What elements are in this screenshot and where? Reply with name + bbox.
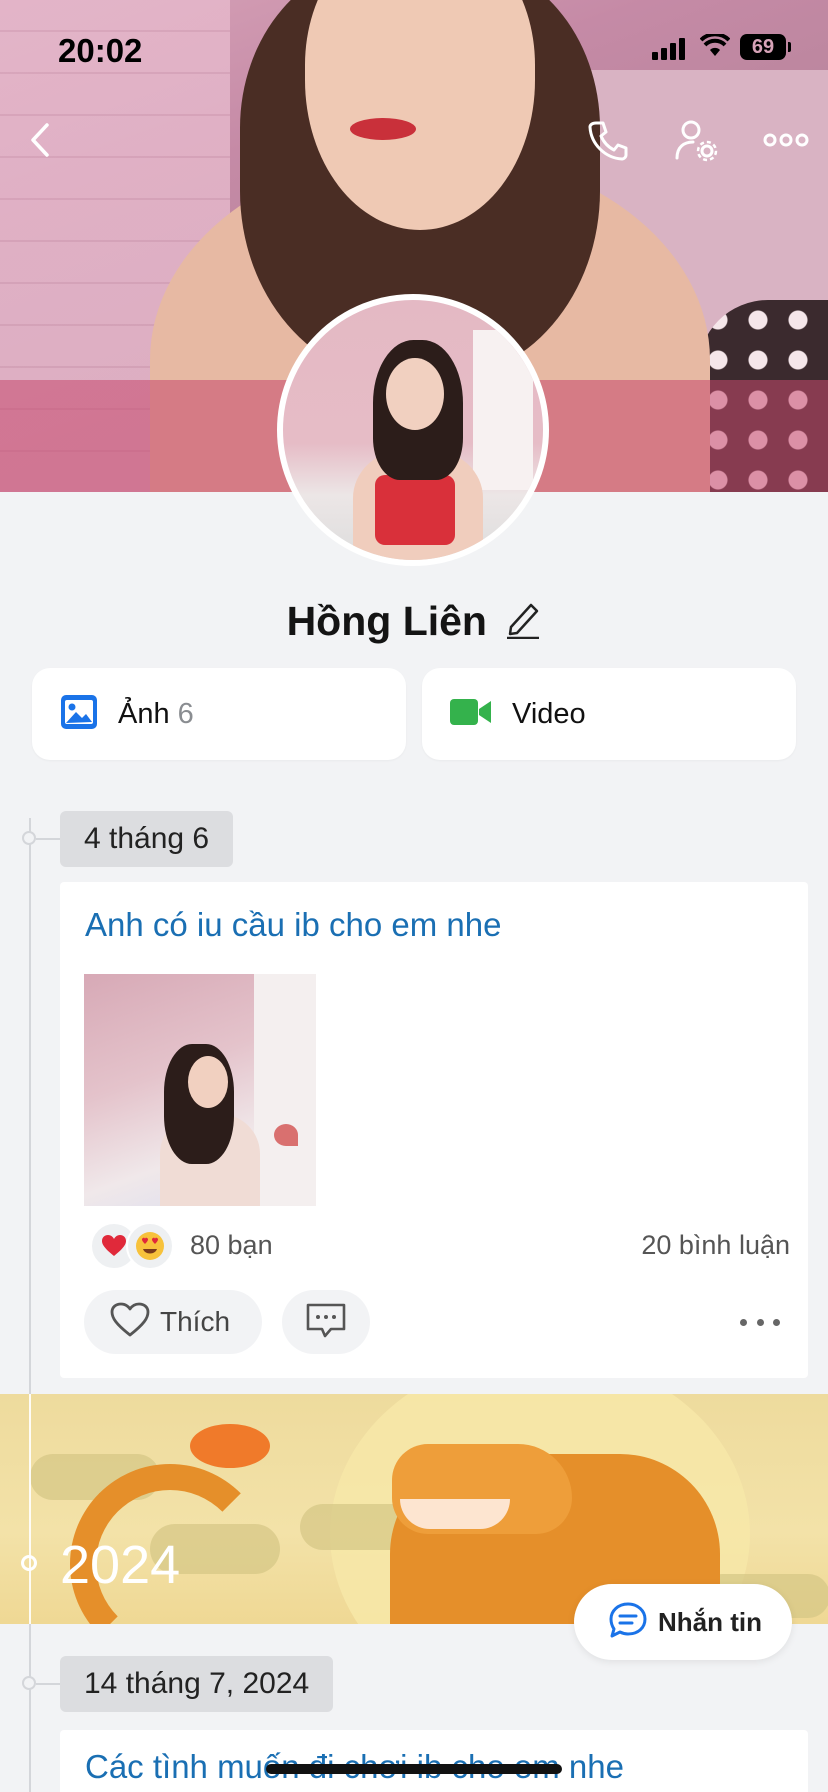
profile-name: Hồng Liên — [286, 598, 487, 644]
dragon-flame — [190, 1424, 270, 1468]
reactions-row[interactable]: 80 bạn 20 bình luận — [90, 1222, 790, 1270]
profile-name-row: Hồng Liên — [0, 598, 828, 645]
comment-icon — [305, 1301, 347, 1344]
more-icon[interactable] — [758, 112, 814, 168]
love-eyes-reaction-icon — [126, 1222, 174, 1270]
photos-button[interactable]: Ảnh 6 — [32, 668, 406, 760]
photos-label: Ảnh — [118, 697, 170, 730]
post-image-face — [188, 1056, 228, 1108]
avatar-face — [386, 358, 444, 430]
video-icon — [450, 697, 492, 732]
photo-icon — [60, 694, 98, 735]
year-node — [21, 1555, 37, 1571]
timeline-connector — [36, 1683, 60, 1685]
timeline-node — [22, 1676, 36, 1690]
avatar-mirror — [473, 330, 533, 490]
home-indicator — [266, 1764, 562, 1774]
dragon-mouth — [400, 1499, 510, 1529]
avatar-top — [375, 475, 455, 545]
reactions-count: 80 bạn — [190, 1230, 273, 1260]
photos-count: 6 — [177, 697, 194, 730]
post-card[interactable]: Anh có iu cầu ib cho em nhe 80 bạn 20 bì… — [60, 882, 808, 1378]
back-icon[interactable] — [12, 112, 68, 168]
message-button[interactable]: Nhắn tin — [574, 1584, 792, 1660]
timeline-node — [22, 831, 36, 845]
edit-icon[interactable] — [505, 599, 541, 644]
battery-icon: 69 — [740, 34, 791, 60]
chat-icon — [608, 1601, 648, 1644]
comments-count[interactable]: 20 bình luận — [641, 1230, 790, 1261]
post-card[interactable]: Các tình muốn đi chơi ib cho em nhe — [60, 1730, 808, 1792]
video-button[interactable]: Video — [422, 668, 796, 760]
timeline-connector — [36, 838, 60, 840]
date-chip: 14 tháng 7, 2024 — [60, 1656, 334, 1712]
like-label: Thích — [160, 1306, 231, 1337]
phone-icon[interactable] — [580, 112, 636, 168]
status-bar: 20:02 69 — [0, 24, 828, 74]
post-image[interactable] — [84, 974, 316, 1206]
user-settings-icon[interactable] — [668, 112, 724, 168]
heart-icon — [110, 1302, 150, 1343]
post-image-wall — [254, 974, 316, 1206]
post-image-butterfly — [274, 1124, 298, 1146]
post-text: Anh có iu cầu ib cho em nhe — [85, 906, 502, 943]
wifi-icon — [699, 32, 731, 63]
post-more-icon[interactable] — [740, 1308, 780, 1336]
profile-page: 20:02 69 Hồng Liên Ảnh 6 Video 4 tháng 6… — [0, 0, 828, 1792]
message-button-label: Nhắn tin — [658, 1606, 762, 1637]
like-button[interactable]: Thích — [84, 1290, 262, 1354]
comment-button[interactable] — [282, 1290, 370, 1354]
date-chip: 4 tháng 6 — [60, 811, 234, 867]
video-label: Video — [512, 697, 586, 730]
avatar[interactable] — [277, 294, 549, 566]
timeline-line-segment — [29, 1394, 31, 1624]
signal-icon — [652, 36, 686, 60]
top-nav — [0, 112, 828, 168]
year-label: 2024 — [60, 1535, 181, 1595]
status-time: 20:02 — [58, 32, 143, 69]
timeline-line — [29, 818, 31, 1792]
